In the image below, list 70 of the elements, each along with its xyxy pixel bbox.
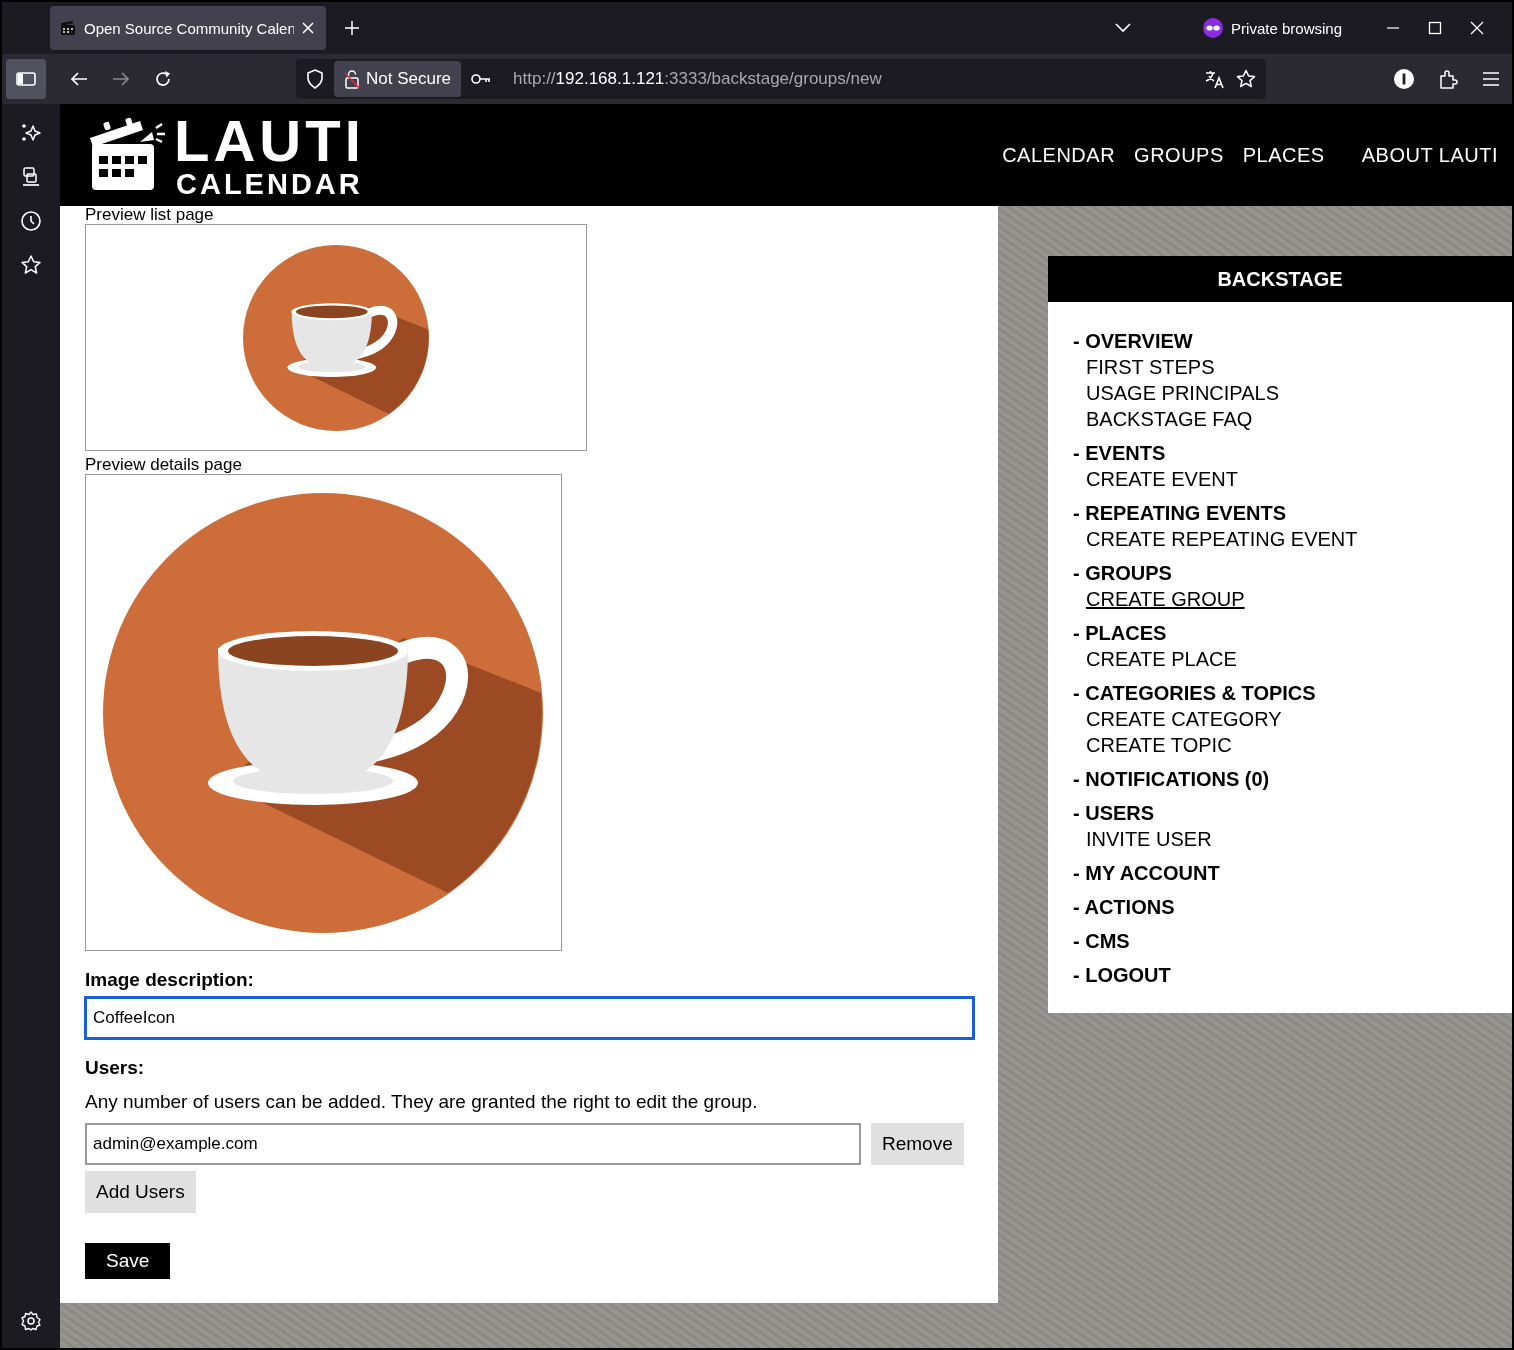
plus-icon[interactable]	[344, 20, 360, 36]
menu-link[interactable]: CREATE CATEGORY	[1086, 706, 1487, 732]
password-manager-icon[interactable]	[1394, 69, 1414, 89]
menu-section-link[interactable]: - MY ACCOUNT	[1073, 860, 1487, 886]
translate-icon[interactable]	[1204, 69, 1226, 89]
menu-section-link[interactable]: - REPEATING EVENTS	[1073, 500, 1487, 526]
menu-section-link[interactable]: - OVERVIEW	[1073, 328, 1487, 354]
add-users-button[interactable]: Add Users	[85, 1171, 196, 1213]
menu-section-link[interactable]: - CATEGORIES & TOPICS	[1073, 680, 1487, 706]
menu-icon[interactable]	[1482, 72, 1500, 86]
menu-section-link[interactable]: - LOGOUT	[1073, 962, 1487, 988]
nav-link[interactable]: ABOUT LAUTI	[1361, 143, 1498, 167]
menu-section-link[interactable]: - NOTIFICATIONS (0)	[1073, 766, 1487, 792]
sidebar-icon	[16, 71, 36, 87]
star-icon[interactable]	[1236, 69, 1256, 89]
shield-icon[interactable]	[306, 69, 324, 89]
back-arrow-icon[interactable]	[70, 71, 88, 87]
menu-link[interactable]: USAGE PRINCIPALS	[1086, 380, 1487, 406]
remove-button[interactable]: Remove	[871, 1123, 964, 1165]
sidebar-toggle-button[interactable]	[6, 59, 46, 99]
forward-arrow-icon[interactable]	[112, 71, 130, 87]
chevron-down-icon[interactable]	[1115, 23, 1132, 33]
calendar-logo-icon	[90, 118, 166, 192]
puzzle-icon[interactable]	[1438, 69, 1458, 89]
menu-link[interactable]: FIRST STEPS	[1086, 354, 1487, 380]
menu-link[interactable]: INVITE USER	[1086, 826, 1487, 852]
nav-link[interactable]: PLACES	[1242, 143, 1325, 167]
close-icon[interactable]	[302, 22, 314, 34]
nav-link[interactable]: CALENDAR	[1002, 143, 1116, 167]
save-button[interactable]: Save	[85, 1243, 171, 1279]
menu-section-link[interactable]: - PLACES	[1073, 620, 1487, 646]
preview-list-label: Preview list page	[85, 206, 214, 224]
calendar-icon	[60, 20, 76, 36]
mask-icon	[1203, 18, 1224, 38]
star-icon[interactable]	[20, 254, 42, 276]
menu-section-link[interactable]: - USERS	[1073, 800, 1487, 826]
menu-link[interactable]: CREATE GROUP	[1086, 586, 1487, 612]
menu-link[interactable]: CREATE REPEATING EVENT	[1086, 526, 1487, 552]
users-help-text: Any number of users can be added. They are granted the right to edit the group.	[85, 1091, 758, 1113]
users-label: Users:	[85, 1057, 145, 1079]
logo-title: LAUTI	[174, 111, 365, 170]
crossed-lock-icon	[344, 69, 360, 89]
menu-section-link[interactable]: - EVENTS	[1073, 440, 1487, 466]
settings-icon[interactable]	[20, 1310, 42, 1332]
reload-icon[interactable]	[154, 70, 172, 88]
menu-link[interactable]: CREATE PLACE	[1086, 646, 1487, 672]
sparkle-icon[interactable]	[20, 122, 42, 144]
close-icon[interactable]	[1470, 21, 1484, 35]
menu-section-link[interactable]: - ACTIONS	[1073, 894, 1487, 920]
image-description-label: Image description:	[85, 969, 254, 991]
devices-icon[interactable]	[20, 166, 42, 188]
clock-icon[interactable]	[20, 210, 42, 232]
url-text[interactable]: http://192.168.1.121:3333/backstage/groups/new	[513, 69, 1194, 89]
maximize-icon[interactable]	[1428, 21, 1442, 35]
logo-subtitle: CALENDAR	[176, 169, 364, 199]
menu-link[interactable]: CREATE EVENT	[1086, 466, 1487, 492]
menu-link[interactable]: BACKSTAGE FAQ	[1086, 406, 1487, 432]
menu-link[interactable]: CREATE TOPIC	[1086, 732, 1487, 758]
not-secure-button[interactable]: Not Secure	[334, 61, 462, 97]
menu-section-link[interactable]: - CMS	[1073, 928, 1487, 954]
tab-title: Open Source Community Calen	[84, 19, 294, 37]
image-description-field[interactable]: CoffeeIcon	[85, 997, 974, 1039]
menu-section-link[interactable]: - GROUPS	[1073, 560, 1487, 586]
preview-details-label: Preview details page	[85, 456, 242, 474]
private-browsing-label: Private browsing	[1231, 19, 1342, 37]
user-email-field[interactable]: admin@example.com	[85, 1123, 861, 1165]
browser-tab[interactable]: Open Source Community Calen	[50, 6, 326, 50]
nav-link[interactable]: GROUPS	[1134, 143, 1224, 167]
key-icon[interactable]	[471, 73, 492, 85]
backstage-title: BACKSTAGE	[1048, 256, 1512, 302]
